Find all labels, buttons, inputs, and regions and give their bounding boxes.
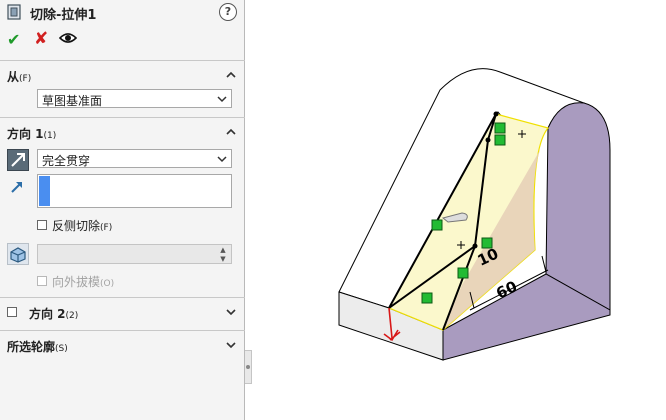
title-bar: 切除-拉伸1 ? [0, 0, 245, 26]
draft-outward-label: 向外拔模(O) [52, 275, 115, 289]
chevron-down-icon[interactable] [226, 340, 236, 350]
relation-marker[interactable] [494, 134, 506, 146]
cancel-button[interactable]: ✘ [34, 29, 48, 49]
spin-down-icon[interactable]: ▼ [217, 255, 229, 263]
property-manager: 切除-拉伸1 ? ✔ ✘ 从(F) 草图基准面 方向 1(1) 完全贯穿 反侧切… [0, 0, 245, 420]
chevron-down-icon [217, 96, 227, 103]
selected-contours-section-header[interactable]: 所选轮廓(S) [0, 336, 245, 356]
flip-side-checkbox[interactable] [37, 220, 47, 230]
divider [0, 117, 245, 118]
sketch-point [472, 243, 478, 249]
flip-side-label: 反侧切除(F) [52, 219, 113, 233]
graphics-viewport[interactable]: 60 10 [252, 0, 666, 420]
end-condition-value: 完全贯穿 [42, 154, 91, 168]
spin-up-icon[interactable]: ▲ [217, 246, 229, 254]
direction2-suffix: (2) [65, 311, 79, 321]
direction1-section-header[interactable]: 方向 1(1) [0, 123, 245, 143]
selected-contours-suffix: (S) [55, 344, 68, 354]
from-section-label: 从 [7, 70, 20, 84]
divider [0, 297, 245, 298]
sketch-point [485, 137, 491, 143]
chevron-up-icon[interactable] [226, 70, 236, 80]
relation-marker[interactable] [494, 122, 506, 134]
selected-contours-label: 所选轮廓 [7, 340, 56, 354]
direction-selection-box[interactable] [37, 174, 232, 208]
divider [0, 330, 245, 331]
start-condition-value: 草图基准面 [42, 94, 103, 108]
chevron-up-icon[interactable] [226, 127, 236, 137]
direction-vector-icon [11, 182, 22, 193]
direction1-suffix: (1) [43, 131, 57, 141]
ok-button[interactable]: ✔ [7, 30, 20, 49]
draft-button[interactable] [7, 243, 29, 265]
start-condition-select[interactable]: 草图基准面 [37, 89, 232, 108]
chevron-down-icon [217, 156, 227, 163]
cut-extrude-icon [7, 4, 21, 20]
eye-icon[interactable] [59, 30, 77, 46]
relation-marker[interactable] [421, 292, 433, 304]
relation-marker[interactable] [457, 267, 469, 279]
direction1-label: 方向 1 [7, 127, 44, 141]
divider [0, 60, 245, 61]
action-row: ✔ ✘ [0, 28, 245, 50]
end-condition-select[interactable]: 完全贯穿 [37, 149, 232, 168]
direction2-section-header[interactable]: 方向 2(2) [0, 303, 245, 323]
panel-resize-handle[interactable] [245, 350, 252, 384]
draft-outward-checkbox[interactable] [37, 276, 47, 286]
selection-indicator [39, 176, 50, 206]
direction2-checkbox[interactable] [7, 307, 17, 317]
draft-angle-spinbox[interactable]: ▲ ▼ [37, 244, 232, 264]
feature-title: 切除-拉伸1 [30, 8, 97, 23]
reverse-direction-icon [11, 153, 25, 167]
reverse-direction-button[interactable] [7, 149, 29, 171]
from-section-header[interactable]: 从(F) [0, 66, 245, 86]
help-button[interactable]: ? [219, 3, 237, 21]
chevron-down-icon[interactable] [226, 307, 236, 317]
sketch-point [493, 111, 499, 117]
draft-icon [10, 247, 26, 263]
from-section-suffix: (F) [19, 74, 32, 84]
relation-marker[interactable] [431, 219, 443, 231]
direction2-label: 方向 2 [29, 307, 66, 321]
